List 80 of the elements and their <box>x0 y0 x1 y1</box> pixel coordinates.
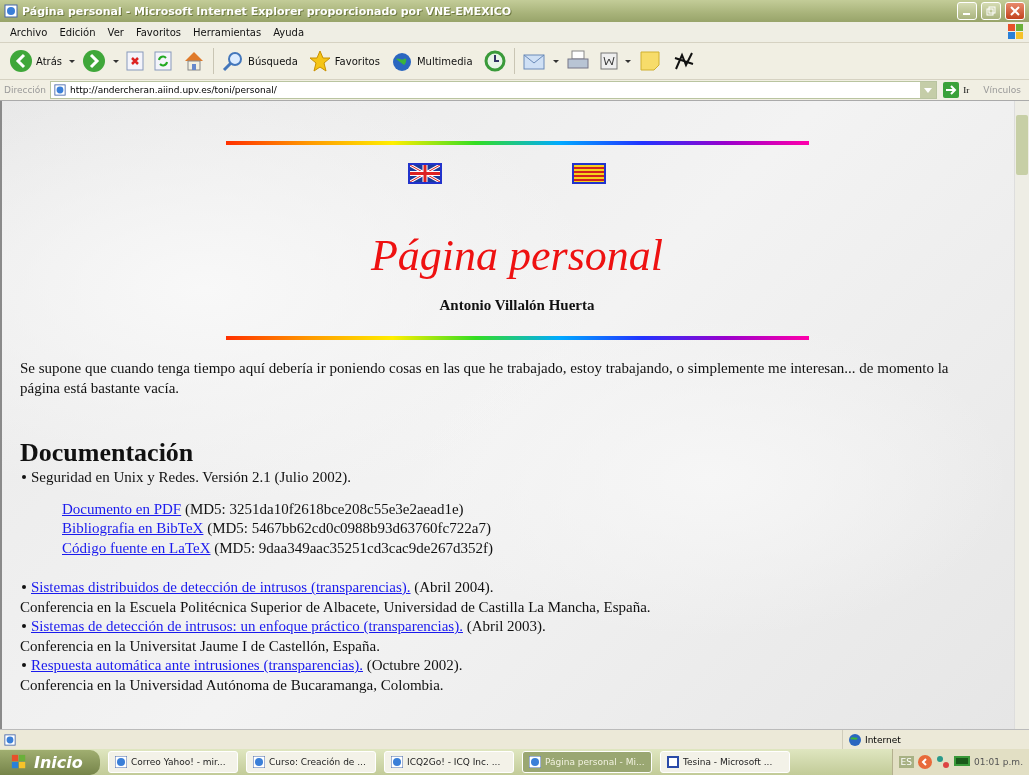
favorites-button[interactable]: Favoritos <box>304 47 383 75</box>
browser-page-icon <box>253 756 265 768</box>
document-icon <box>599 52 618 70</box>
clock-text: 01:01 p.m. <box>974 757 1023 767</box>
stop-icon <box>126 51 145 71</box>
menu-item[interactable]: Edición <box>53 26 102 38</box>
star-icon <box>307 49 332 73</box>
address-label: Dirección <box>4 85 47 95</box>
file-link[interactable]: Bibliografia en BibTeX <box>62 520 204 536</box>
section-heading: Documentación <box>20 438 195 468</box>
document-link[interactable]: Sistemas de detección de intrusos: un enfoque práctico (transparencias). <box>31 618 463 634</box>
scroll-thumb[interactable] <box>1016 115 1028 175</box>
item-text: Seguridad en Unix y Redes. Versión 2.1 (Julio 2002). <box>31 469 352 485</box>
note-icon <box>637 49 662 73</box>
striped-flag-link[interactable] <box>572 163 606 184</box>
go-button[interactable]: Ir <box>941 82 976 98</box>
window-title: Página personal - Microsoft Internet Explorer proporcionado por VNE-EMEXICO <box>22 4 513 18</box>
conference-text: Conferencia en la Universitat Jaume I de Castellón, España. <box>20 637 380 654</box>
back-button[interactable]: Atrás <box>6 47 66 75</box>
scrollbar[interactable] <box>1014 101 1029 729</box>
dropdown-button[interactable] <box>920 82 937 98</box>
clock-icon <box>482 49 507 73</box>
zone-label: Internet <box>843 733 1029 746</box>
dropdown-caret-icon[interactable] <box>624 59 631 63</box>
minimize-button[interactable] <box>957 2 977 20</box>
browser-page-icon <box>115 756 127 768</box>
restore-button[interactable] <box>981 2 1001 20</box>
document-icon <box>667 756 679 768</box>
caret-icon <box>924 87 933 93</box>
uk-flag-link[interactable] <box>408 163 442 184</box>
menu-item[interactable]: Herramientas <box>187 26 268 38</box>
close-icon <box>1010 6 1020 16</box>
menu-item[interactable]: Ayuda <box>267 26 311 38</box>
close-button[interactable] <box>1005 2 1025 20</box>
checksum-text: (MD5: 3251da10f2618bce208c55e3e2aead1e) <box>184 500 464 517</box>
checksum-text: (MD5: 9daa349aac35251cd3cac9de267d352f) <box>214 539 493 556</box>
network-icon[interactable] <box>936 755 950 769</box>
conference-text: Conferencia en la Escuela Politécnica Superior de Albacete, Universidad de Castilla La Mancha, España. <box>20 598 651 615</box>
browser-page-icon <box>391 756 403 768</box>
checksum-text: (MD5: 5467bb62cd0c0988b93d63760fc722a7) <box>207 520 491 536</box>
tray-back-icon[interactable] <box>918 755 932 769</box>
taskbar-button[interactable]: Correo Yahoo! - mir... <box>108 751 238 773</box>
browser-page-icon <box>4 4 18 18</box>
browser-page-icon <box>54 84 67 96</box>
taskbar-button[interactable]: Tesina - Microsoft ... <box>660 751 790 773</box>
dropdown-caret-icon[interactable] <box>69 59 76 63</box>
menu-item[interactable]: Ver <box>101 26 130 38</box>
bullet-icon <box>22 585 26 589</box>
bullet-icon <box>22 475 26 479</box>
page-title: Página personal <box>369 230 665 281</box>
menu-item[interactable]: Favoritos <box>129 26 188 38</box>
dropdown-caret-icon[interactable] <box>113 59 120 63</box>
file-link[interactable]: Documento en PDF <box>62 500 182 517</box>
bullet-icon <box>22 624 26 628</box>
address-field[interactable]: http://andercheran.aiind.upv.es/toni/personal/ <box>50 81 938 99</box>
bullet-icon <box>22 663 26 667</box>
dropdown-caret-icon[interactable] <box>552 59 559 63</box>
intro-paragraph: Se supone que cuando tenga tiempo aquí debería ir poniendo cosas en las que he trabajado, estoy trabajando, o simplemente me interesan... de momento la página está bastante vacía. <box>20 359 950 398</box>
restore-icon <box>986 6 996 16</box>
media-button[interactable]: Multimedia <box>386 47 476 75</box>
date-note: (Abril 2004). <box>414 579 494 595</box>
monitor-icon[interactable] <box>954 756 970 768</box>
browser-page-icon <box>4 733 16 746</box>
globe-icon <box>849 733 861 746</box>
date-note: (Octubre 2002). <box>366 657 463 673</box>
windows-logo-icon <box>1007 23 1025 41</box>
date-note: (Abril 2003). <box>466 618 546 634</box>
browser-page-icon <box>529 756 541 768</box>
taskbar-button[interactable]: ICQ2Go! - ICQ Inc. ... <box>384 751 514 773</box>
document-link[interactable]: Sistemas distribuidos de detección de intrusos (transparencias). <box>31 579 411 595</box>
refresh-icon <box>154 51 173 71</box>
taskbar-button[interactable]: Curso: Creación de ... <box>246 751 376 773</box>
conference-text: Conferencia en la Universidad Autónoma de Bucaramanga, Colombia. <box>20 676 444 693</box>
author-name: Antonio Villalón Huerta <box>438 297 596 314</box>
file-link[interactable]: Código fuente en LaTeX <box>62 539 211 556</box>
windows-logo-icon <box>10 754 28 770</box>
search-button[interactable]: Búsqueda <box>218 47 301 75</box>
arrow-icon <box>943 82 960 98</box>
document-link[interactable]: Respuesta automática ante intrusiones (transparencias). <box>31 657 363 673</box>
menu-item[interactable]: Archivo <box>4 26 54 38</box>
